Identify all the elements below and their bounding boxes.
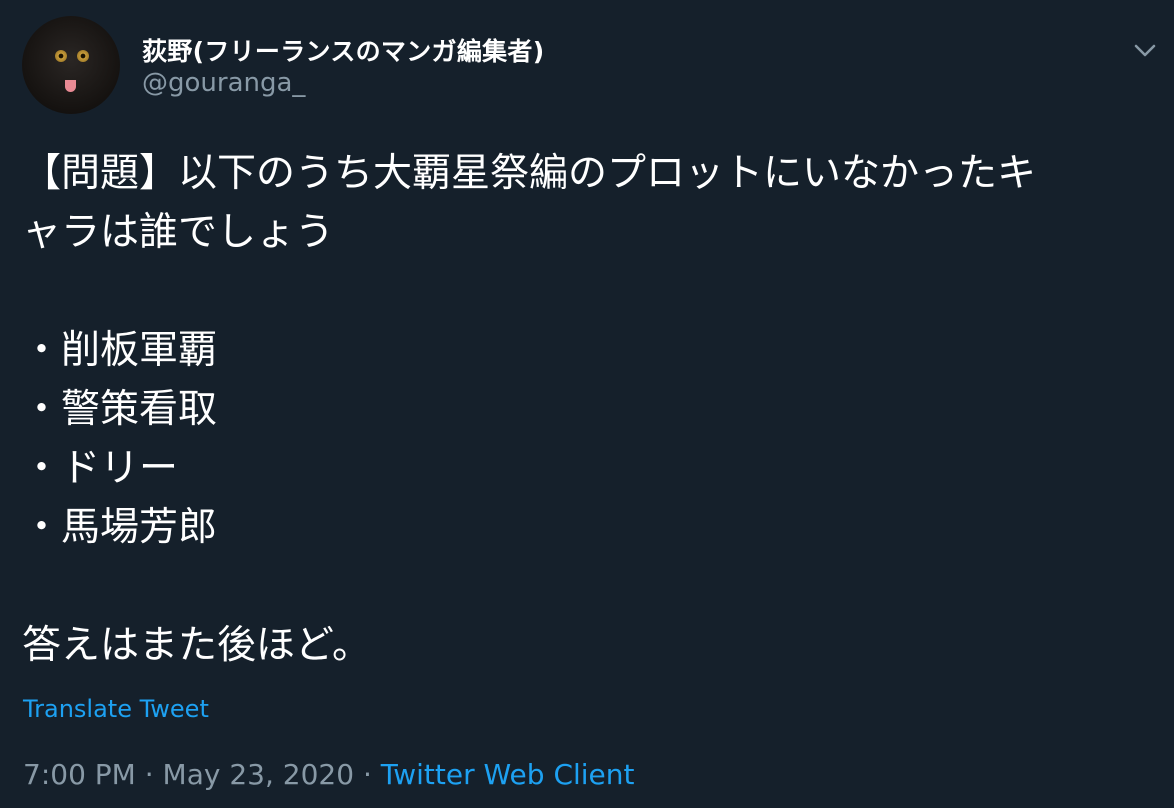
tweet-client-link[interactable]: Twitter Web Client [381,758,635,791]
tweet-header: 荻野(フリーランスのマンガ編集者) @gouranga_ [22,16,1174,116]
tweet-text-line: ャラは誰でしょう [22,210,335,255]
tweet-text: 【問題】以下のうち大覇星祭編のプロットにいなかったキ ャラは誰でしょう ・削板軍… [22,144,1152,675]
tweet-meta: 7:00 PM · May 23, 2020 · Twitter Web Cli… [23,758,635,791]
translate-tweet-link[interactable]: Translate Tweet [23,695,209,723]
author-handle[interactable]: @gouranga_ [142,68,305,98]
meta-separator: · [362,758,372,791]
list-item: ・警策看取 [22,387,218,432]
tweet-closing-line: 答えはまた後ほど。 [22,623,372,668]
tweet-time[interactable]: 7:00 PM [23,758,136,791]
tweet-text-line: 【問題】以下のうち大覇星祭編のプロットにいなかったキ [22,151,1037,196]
meta-separator: · [144,758,154,791]
list-item: ・馬場芳郎 [22,505,218,550]
avatar-eye-right [77,50,89,62]
list-item: ・ドリー [22,446,179,491]
tweet-date[interactable]: May 23, 2020 [163,758,354,791]
avatar[interactable] [22,16,120,114]
avatar-tongue [65,80,76,92]
chevron-down-icon[interactable] [1130,36,1160,66]
tweet: 荻野(フリーランスのマンガ編集者) @gouranga_ 【問題】以下のうち大覇… [0,0,1174,808]
list-item: ・削板軍覇 [22,328,218,373]
author-display-name[interactable]: 荻野(フリーランスのマンガ編集者) [142,32,544,68]
avatar-eye-left [55,50,67,62]
